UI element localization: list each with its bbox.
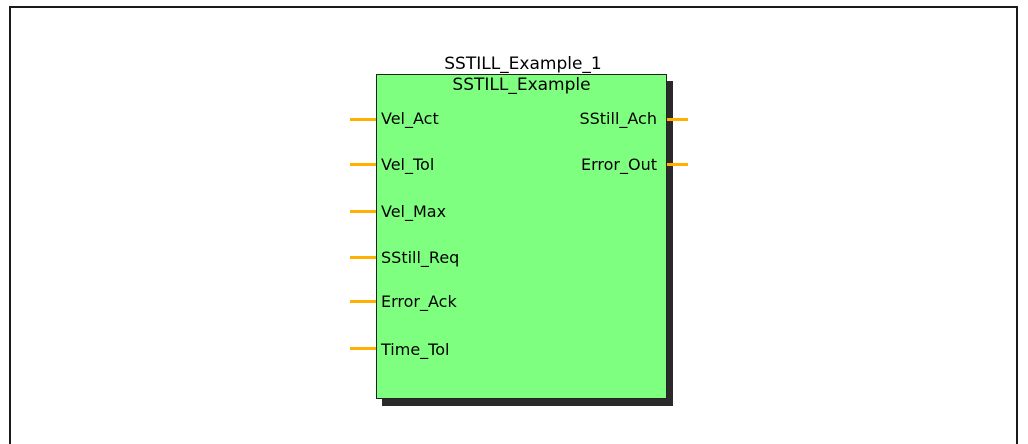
input-pin-label-vel-tol: Vel_Tol	[381, 155, 435, 174]
input-pin-error-ack[interactable]	[350, 300, 376, 303]
input-pin-label-vel-act: Vel_Act	[381, 109, 439, 128]
output-pin-label-sstill-ach: SStill_Ach	[579, 109, 657, 128]
input-pin-sstill-req[interactable]	[350, 256, 376, 259]
output-pin-label-error-out: Error_Out	[580, 155, 657, 174]
input-pin-label-sstill-req: SStill_Req	[381, 248, 460, 267]
output-pin-sstill-ach[interactable]	[667, 118, 688, 121]
output-pin-error-out[interactable]	[667, 163, 688, 166]
input-pin-vel-act[interactable]	[350, 118, 376, 121]
input-pin-time-tol[interactable]	[350, 347, 376, 350]
input-pin-label-vel-max: Vel_Max	[381, 202, 447, 221]
instance-name: SSTILL_Example_1	[444, 54, 602, 74]
block-type-name: SSTILL_Example	[452, 75, 591, 95]
input-pin-vel-max[interactable]	[350, 210, 376, 213]
input-pin-label-error-ack: Error_Ack	[381, 292, 457, 311]
function-block[interactable]: SSTILL_Example Vel_Act Vel_Tol Vel_Max S…	[376, 74, 667, 399]
input-pin-vel-tol[interactable]	[350, 163, 376, 166]
input-pin-label-time-tol: Time_Tol	[381, 340, 450, 359]
